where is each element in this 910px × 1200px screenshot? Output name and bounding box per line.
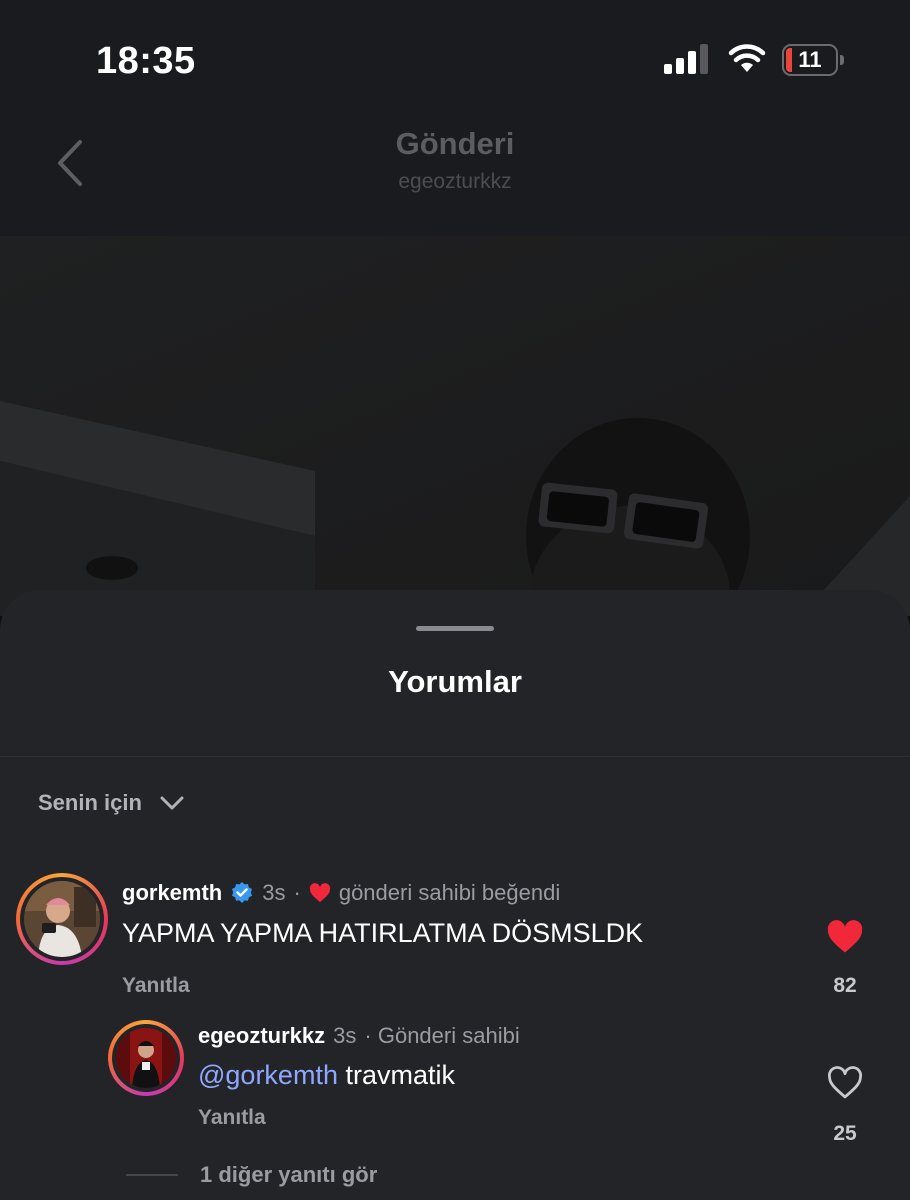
header-title: Gönderi (395, 126, 515, 161)
sort-dropdown[interactable]: Senin için (38, 790, 184, 816)
wifi-icon (728, 44, 766, 72)
sheet-title: Yorumlar (388, 664, 522, 699)
sort-label: Senin için (38, 790, 142, 815)
reply-username[interactable]: egeozturkkz (198, 1023, 325, 1049)
reply-text-line: @gorkemth travmatik (198, 1060, 455, 1091)
avatar[interactable] (108, 1020, 184, 1096)
comment-time: 3s (262, 880, 286, 905)
like-count: 25 (833, 1122, 857, 1145)
chevron-down-icon (160, 796, 184, 810)
comment-text: YAPMA YAPMA HATIRLATMA DÖSMSLDK (122, 918, 644, 948)
reply-button[interactable]: Yanıtla (122, 974, 190, 998)
view-more-replies-label: 1 diğer yanıtı gör (200, 1162, 378, 1187)
liked-by-owner-text: gönderi sahibi beğendi (338, 880, 561, 905)
verified-badge-icon (232, 882, 253, 903)
meta-separator: · (293, 880, 301, 905)
sheet-grabber[interactable] (416, 626, 494, 631)
post-image-art (0, 236, 910, 616)
top-bar: 18:35 11 Gönderi egeozturkkz (0, 0, 910, 236)
reply-button[interactable]: Yanıtla (198, 1106, 266, 1130)
avatar[interactable] (16, 873, 108, 965)
avatar-image (116, 1028, 176, 1088)
reply-text: travmatik (337, 1060, 455, 1090)
post-image[interactable] (0, 236, 910, 616)
like-count: 82 (833, 974, 857, 997)
divider (0, 756, 910, 757)
avatar-image (24, 881, 100, 957)
like-button-filled-icon[interactable] (826, 920, 864, 954)
battery-level: 11 (798, 47, 822, 72)
signal-icon (664, 44, 708, 74)
status-time: 18:35 (96, 40, 196, 82)
reply-thread-line (126, 1174, 178, 1176)
battery-icon: 11 (782, 44, 844, 76)
reply-time: 3s (333, 1023, 357, 1048)
header-username[interactable]: egeozturkkz (0, 170, 910, 194)
comment-username[interactable]: gorkemth (122, 880, 222, 906)
mention-link[interactable]: @gorkemth (198, 1060, 338, 1090)
comments-sheet: Yorumlar Senin için gorkemth 3s · gönder… (0, 590, 910, 1200)
owner-label: · Gönderi sahibi (364, 1023, 520, 1048)
view-more-replies[interactable]: 1 diğer yanıtı gör (126, 1162, 377, 1188)
heart-filled-icon (309, 883, 330, 903)
like-button-outline-icon[interactable] (826, 1066, 864, 1100)
